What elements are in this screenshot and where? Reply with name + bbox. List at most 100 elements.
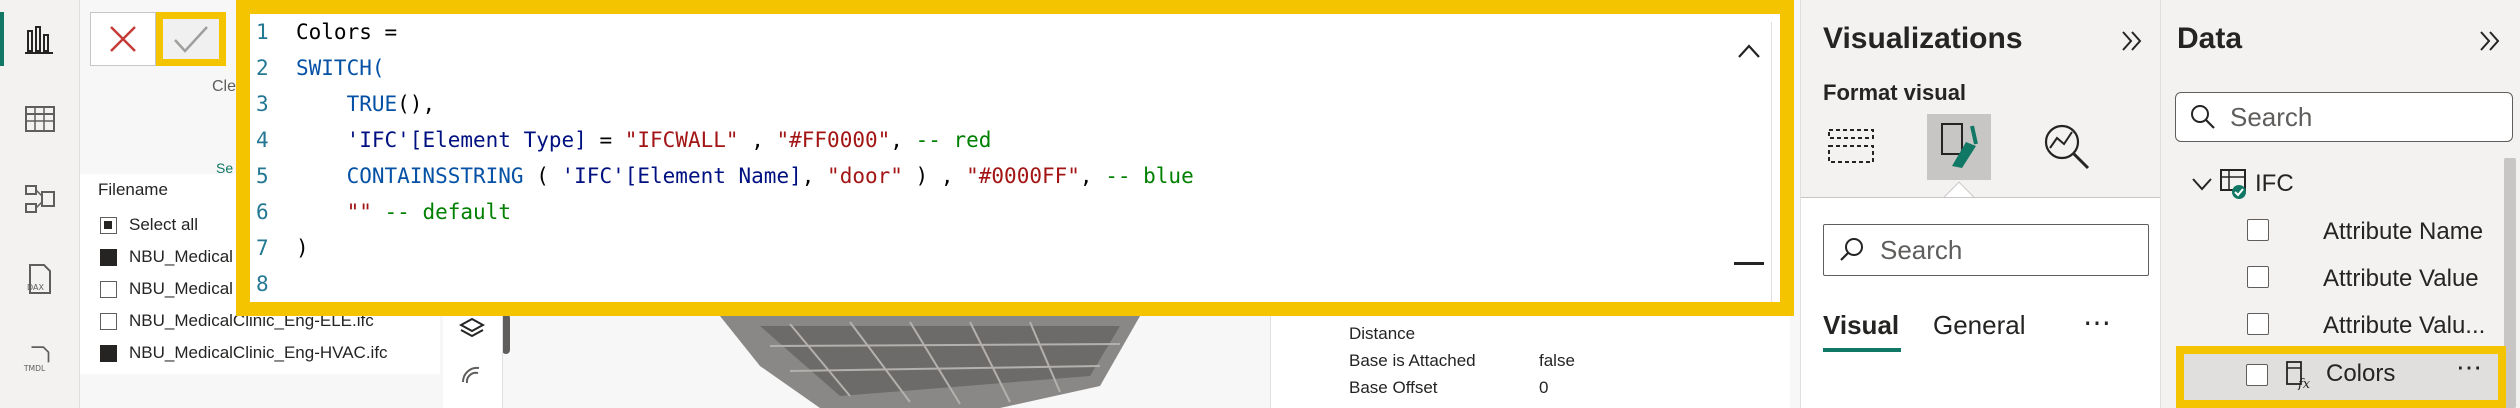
expand-pane-icon[interactable]	[2475, 26, 2505, 56]
slicer-checkbox[interactable]	[100, 312, 117, 330]
code-token: TRUE	[296, 92, 398, 116]
search-placeholder: Search	[2230, 101, 2313, 132]
analytics-tab[interactable]	[2035, 114, 2099, 180]
field-checkbox[interactable]	[2247, 219, 2269, 241]
format-visual-tab[interactable]	[1927, 114, 1991, 180]
property-value: false	[1539, 351, 1575, 370]
table-icon	[2220, 169, 2246, 199]
slicer-item[interactable]: NBU_Medical	[100, 242, 233, 272]
build-visual-icon	[1828, 129, 1874, 163]
code-token: "door"	[827, 164, 903, 188]
more-options-icon[interactable]: ⋯	[2456, 352, 2482, 383]
slicer-item-label: Select all	[129, 215, 198, 234]
properties-table: Distance Base is Attached false Base Off…	[1270, 316, 1790, 408]
svg-text:fx: fx	[2297, 377, 2311, 390]
3d-building-model[interactable]	[700, 316, 1180, 408]
tmdl-view-label: TMDL	[23, 364, 46, 373]
build-visual-tab[interactable]	[1819, 114, 1883, 180]
visual-tool-strip	[443, 300, 503, 408]
code-token: (),	[397, 92, 436, 116]
tmdl-view-button[interactable]: TMDL	[0, 324, 80, 394]
code-line[interactable]: 'IFC'[Element Type] = "IFCWALL" , "#FF00…	[296, 128, 992, 152]
slicer-scrollbar[interactable]	[502, 314, 510, 354]
line-number: 5	[256, 164, 269, 188]
collapse-editor-button[interactable]	[1732, 34, 1766, 68]
line-number-gutter: 1 2 3 4 5 6 7 8	[250, 14, 290, 302]
code-token: SWITCH(	[296, 56, 385, 80]
slicer-item-label: NBU_MedicalClinic_Eng-HVAC.ifc	[129, 343, 388, 362]
expand-pane-icon[interactable]	[2117, 26, 2147, 56]
field-label-attribute-value[interactable]: Attribute Value	[2323, 265, 2479, 293]
code-token: ,	[1079, 164, 1106, 188]
dax-formula-editor[interactable]: 1 2 3 4 5 6 7 8 Colors = SWITCH( TRUE(), …	[236, 0, 1794, 316]
format-visual-label: Format visual	[1823, 80, 1967, 105]
code-token: ,	[738, 128, 777, 152]
field-label-attribute-value-truncated[interactable]: Attribute Valu...	[2323, 312, 2485, 340]
code-token: ,	[801, 164, 828, 188]
code-token: )	[296, 236, 309, 260]
cancel-formula-button[interactable]	[90, 12, 156, 66]
slicer-checkbox[interactable]	[100, 280, 117, 298]
code-token: -- red	[915, 128, 992, 152]
field-label-colors[interactable]: Colors	[2326, 360, 2395, 388]
search-placeholder: Search	[1880, 234, 1963, 265]
slicer-checkbox[interactable]	[100, 216, 117, 234]
wifi-icon[interactable]	[459, 362, 485, 388]
field-checkbox[interactable]	[2246, 364, 2268, 386]
commit-formula-button[interactable]	[156, 12, 226, 66]
chevron-up-icon	[1738, 44, 1760, 58]
code-token: [Element Name]	[624, 164, 802, 188]
code-line[interactable]: "" -- default	[296, 200, 511, 224]
table-view-button[interactable]	[0, 84, 80, 154]
editor-resize-handle[interactable]	[1734, 262, 1764, 265]
view-rail: DAX TMDL	[0, 0, 80, 408]
field-checkbox[interactable]	[2247, 266, 2269, 288]
dax-query-view-button[interactable]: DAX	[0, 244, 80, 314]
chevron-down-icon	[2192, 178, 2212, 191]
code-token: (	[523, 164, 562, 188]
code-line[interactable]: Colors =	[296, 20, 397, 44]
model-view-button[interactable]	[0, 164, 80, 234]
report-view-button[interactable]	[0, 4, 80, 74]
slicer-item[interactable]: NBU_Medical	[100, 274, 233, 304]
slicer-item[interactable]: NBU_MedicalClinic_Eng-HVAC.ifc	[100, 338, 388, 368]
code-token: 'IFC'	[346, 128, 410, 152]
tab-visual[interactable]: Visual	[1823, 310, 1899, 341]
slicer-checkbox[interactable]	[100, 344, 117, 362]
layers-icon[interactable]	[459, 316, 485, 342]
code-line[interactable]: )	[296, 236, 309, 260]
code-token: CONTAINSSTRING	[296, 164, 524, 188]
code-token: ,	[890, 128, 916, 152]
field-row-colors[interactable]: fx Colors ⋯	[2176, 346, 2506, 408]
line-number: 1	[256, 20, 269, 44]
code-line[interactable]: SWITCH(	[296, 56, 385, 80]
close-icon	[110, 26, 136, 52]
clipped-label-cle: Cle	[212, 78, 237, 95]
property-name: Distance	[1349, 324, 1416, 343]
property-name: Base is Attached	[1349, 351, 1476, 370]
visualizations-search-input[interactable]: Search	[1823, 224, 2149, 276]
model-view-icon	[25, 185, 55, 213]
slicer-checkbox[interactable]	[100, 248, 117, 266]
code-token: "#0000FF"	[966, 164, 1080, 188]
slicer-item[interactable]: Select all	[100, 210, 198, 240]
table-view-icon	[25, 106, 55, 132]
more-options-icon[interactable]: ⋯	[2083, 306, 2112, 339]
property-value: 0	[1539, 378, 1549, 397]
search-icon	[2191, 105, 2215, 129]
table-node-ifc[interactable]: IFC	[2191, 164, 2294, 204]
code-line[interactable]: TRUE(),	[296, 92, 436, 116]
dax-query-view-icon: DAX	[27, 264, 51, 294]
visualizations-pane: Visualizations Format visual Search Visu…	[1800, 0, 2161, 408]
field-label-attribute-name[interactable]: Attribute Name	[2323, 218, 2483, 246]
code-token: Colors =	[296, 20, 398, 44]
code-token: ) ,	[902, 164, 967, 188]
code-token: ""	[346, 200, 372, 224]
field-checkbox[interactable]	[2247, 313, 2269, 335]
tab-general[interactable]: General	[1933, 310, 2026, 341]
code-token: -- default	[384, 200, 511, 224]
data-search-input[interactable]: Search	[2175, 92, 2513, 142]
code-line[interactable]: CONTAINSSTRING ( 'IFC'[Element Name], "d…	[296, 164, 1194, 188]
